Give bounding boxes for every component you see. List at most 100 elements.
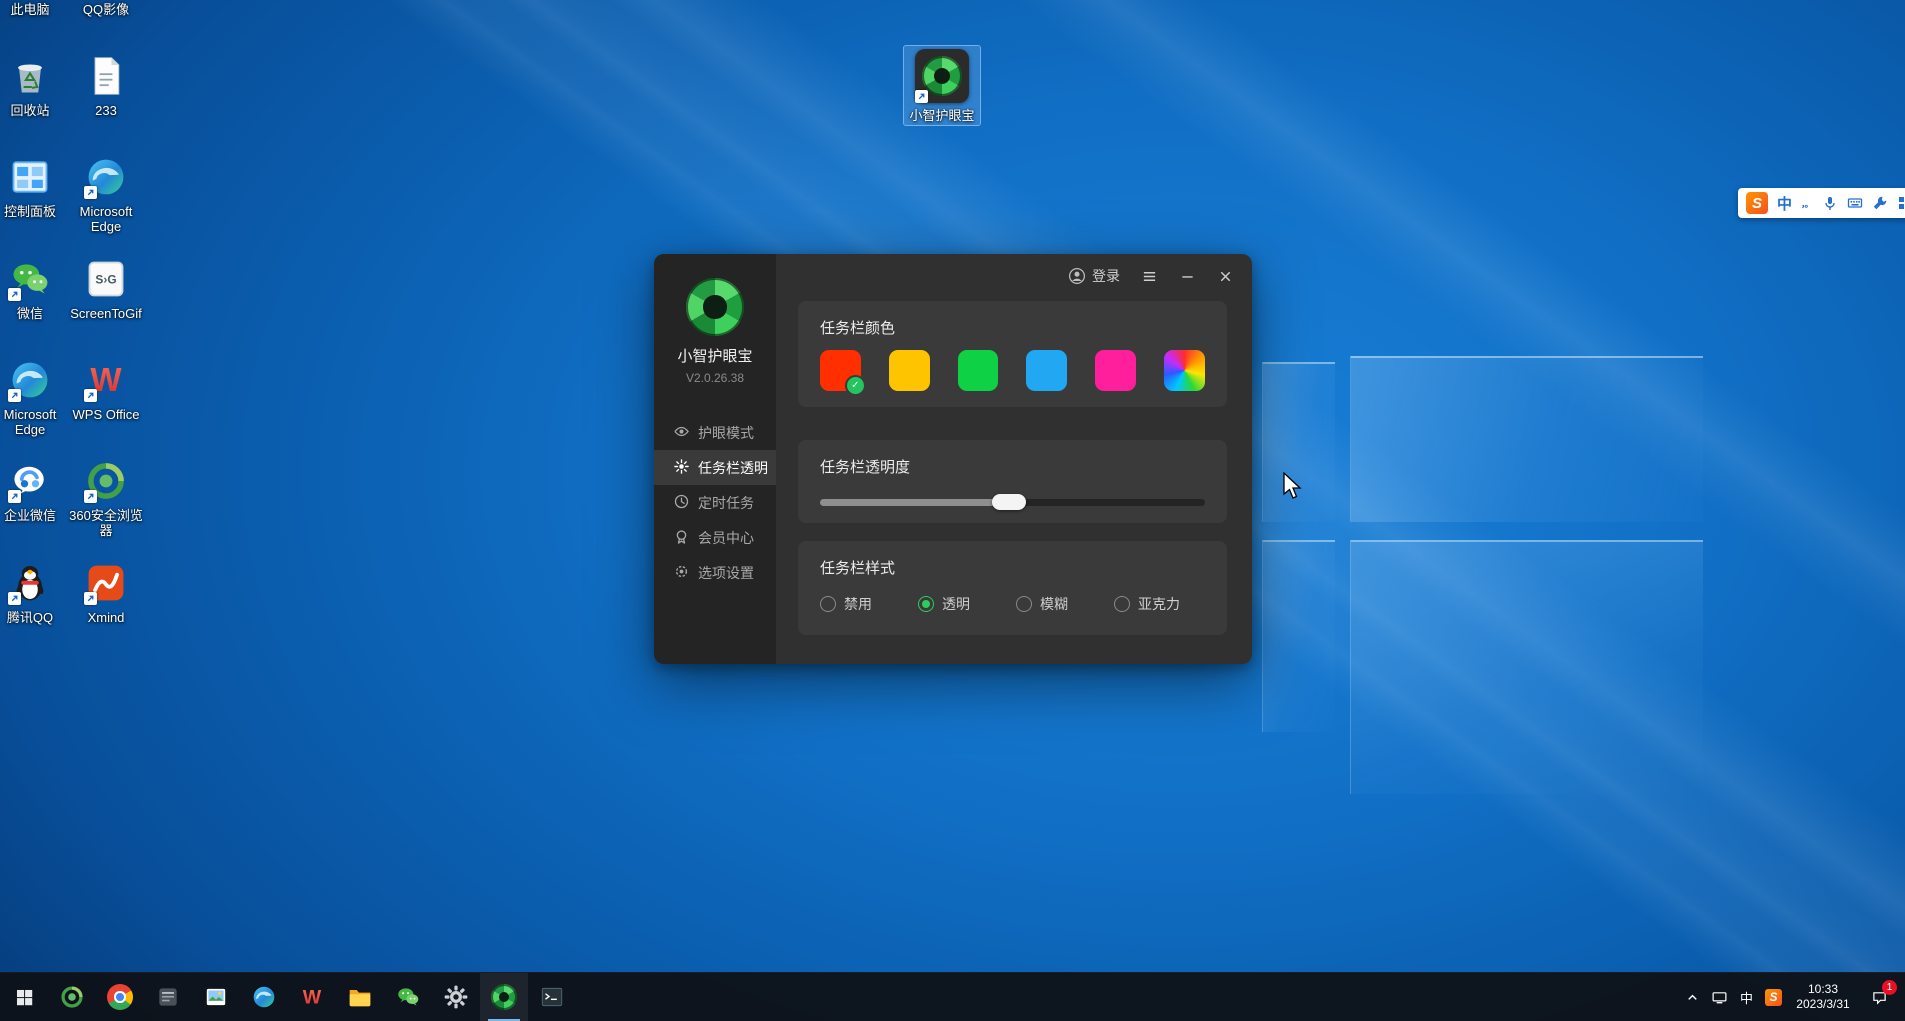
- nav-item-scheduled-tasks[interactable]: 定时任务: [654, 485, 776, 520]
- taskbar-style-section: 任务栏样式 禁用 透明 模糊 亚克力: [798, 541, 1227, 635]
- tray-sogou-icon[interactable]: S: [1760, 973, 1787, 1021]
- desktop-icon-screentogif[interactable]: S›G ScreenToGif: [68, 254, 144, 323]
- taskbar-opacity-title: 任务栏透明度: [820, 440, 1205, 477]
- desktop-icon-doc-233[interactable]: 233: [68, 51, 144, 120]
- style-option-acrylic[interactable]: 亚克力: [1114, 594, 1180, 614]
- nav-item-member-center[interactable]: 会员中心: [654, 520, 776, 555]
- nav-item-option-settings[interactable]: 选项设置: [654, 555, 776, 590]
- style-option-label: 透明: [942, 594, 970, 614]
- opacity-slider-thumb[interactable]: [992, 494, 1026, 510]
- desktop-icon-360-browser[interactable]: 360安全浏览器: [68, 456, 144, 540]
- opacity-slider-fill: [820, 499, 1009, 506]
- taskbar-app-settings[interactable]: [432, 973, 480, 1021]
- desktop-icon-recycle-bin[interactable]: 回收站: [0, 51, 68, 120]
- ime-punctuation-icon[interactable]: ，。: [1801, 197, 1813, 210]
- taskbar-app-wechat[interactable]: [384, 973, 432, 1021]
- desktop-icon-label: 控制面板: [4, 204, 56, 219]
- photo-icon: [203, 984, 229, 1010]
- app-icon: [7, 560, 53, 606]
- desktop: 此电脑 QQ影像 回收站 233 控制面板 Microsoft Edge 微信 …: [0, 0, 1905, 1021]
- sogou-logo-icon[interactable]: S: [1746, 192, 1768, 214]
- menu-button[interactable]: [1140, 267, 1158, 285]
- taskbar-app-wps[interactable]: W: [288, 973, 336, 1021]
- taskbar-app-edge[interactable]: [240, 973, 288, 1021]
- color-swatch-yellow[interactable]: [889, 350, 930, 391]
- desktop-icon-ms-edge-1[interactable]: Microsoft Edge: [68, 152, 144, 236]
- desktop-icon-label: 腾讯QQ: [7, 610, 53, 625]
- color-swatch-blue[interactable]: [1026, 350, 1067, 391]
- app-name: 小智护眼宝: [677, 345, 752, 366]
- desktop-icon-xmind[interactable]: Xmind: [68, 558, 144, 627]
- taskbar-app-dark-app[interactable]: [144, 973, 192, 1021]
- tray-display-icon[interactable]: [1706, 973, 1733, 1021]
- hamburger-icon: [1142, 269, 1157, 284]
- radio-icon: [918, 596, 934, 612]
- nav-label: 护眼模式: [698, 423, 754, 443]
- desktop-icon-wecom[interactable]: 企业微信: [0, 456, 68, 525]
- tray-chevron-up-icon[interactable]: [1679, 973, 1706, 1021]
- ime-lang-mode[interactable]: 中: [1777, 193, 1792, 214]
- style-option-blur[interactable]: 模糊: [1016, 594, 1068, 614]
- nav-label: 定时任务: [698, 493, 754, 513]
- wps-icon: W: [299, 984, 325, 1010]
- color-swatch-rainbow[interactable]: [1164, 350, 1205, 391]
- app-window-xiaozhi-eyecare: 小智护眼宝 V2.0.26.38 护眼模式 任务栏透明 定时任务 会员中心 选项…: [654, 254, 1252, 664]
- close-button[interactable]: [1216, 267, 1234, 285]
- taskbar-app-terminal[interactable]: [528, 973, 576, 1021]
- nav-item-taskbar-transparent[interactable]: 任务栏透明: [654, 450, 776, 485]
- app-icon: [7, 458, 53, 504]
- desktop-icon-wps-office[interactable]: W WPS Office: [68, 355, 144, 424]
- nav-label: 任务栏透明: [698, 458, 768, 478]
- app-icon: [83, 560, 129, 606]
- app-icon: [7, 53, 53, 99]
- taskbar-app-start[interactable]: [0, 973, 48, 1021]
- app-icon: [83, 154, 129, 200]
- sogou-ime-bar[interactable]: S 中 ，。: [1738, 188, 1905, 218]
- app-icon: [83, 53, 129, 99]
- color-swatch-green[interactable]: [958, 350, 999, 391]
- desktop-icon-wechat[interactable]: 微信: [0, 254, 68, 323]
- color-swatch-magenta[interactable]: [1095, 350, 1136, 391]
- taskbar-app-file-explorer[interactable]: [336, 973, 384, 1021]
- desktop-icon-eyecare[interactable]: 小智护眼宝: [904, 46, 980, 125]
- ime-toolbox-icon[interactable]: [1872, 195, 1888, 211]
- nav-member-icon: [674, 529, 689, 547]
- winlogo-icon: [11, 984, 37, 1010]
- style-option-transparent[interactable]: 透明: [918, 594, 970, 614]
- app-version: V2.0.26.38: [686, 371, 744, 385]
- desktop-icon-ms-edge-2[interactable]: Microsoft Edge: [0, 355, 68, 439]
- login-button[interactable]: 登录: [1068, 266, 1120, 286]
- desktop-icon-qq-image[interactable]: QQ影像: [68, 0, 144, 19]
- aperture-icon: [491, 984, 517, 1010]
- desktop-icon-control-panel[interactable]: 控制面板: [0, 152, 68, 221]
- minimize-button[interactable]: [1178, 267, 1196, 285]
- ime-keyboard-icon[interactable]: [1847, 195, 1863, 211]
- opacity-slider[interactable]: [820, 494, 1205, 510]
- taskbar-style-options: 禁用 透明 模糊 亚克力: [820, 594, 1205, 614]
- desktop-icon-label: 360安全浏览器: [68, 508, 144, 538]
- ime-grid-icon[interactable]: [1897, 195, 1905, 211]
- desktop-icon-label: 企业微信: [4, 508, 56, 523]
- tray-clock[interactable]: 10:33 2023/3/31: [1787, 982, 1859, 1012]
- style-option-disabled[interactable]: 禁用: [820, 594, 872, 614]
- desktop-icon-tencent-qq[interactable]: 腾讯QQ: [0, 558, 68, 627]
- desktop-icon-label: ScreenToGif: [70, 306, 142, 321]
- desktop-icon-label: QQ影像: [83, 2, 129, 17]
- desktop-icon-this-pc[interactable]: 此电脑: [0, 0, 68, 19]
- tray-ime-lang[interactable]: 中: [1733, 973, 1760, 1021]
- taskbar-app-photos[interactable]: [192, 973, 240, 1021]
- nav-label: 会员中心: [698, 528, 754, 548]
- nav-item-eye-mode[interactable]: 护眼模式: [654, 415, 776, 450]
- ime-mic-icon[interactable]: [1822, 195, 1838, 211]
- close-icon: [1218, 269, 1233, 284]
- action-center-icon[interactable]: 1: [1859, 973, 1899, 1021]
- app-titlebar: 登录: [776, 254, 1252, 298]
- app-icon: [7, 154, 53, 200]
- taskbar-app-eyecare[interactable]: [480, 973, 528, 1021]
- shortcut-arrow-icon: [84, 389, 97, 402]
- color-swatch-red[interactable]: ✓: [820, 350, 861, 391]
- taskbar-app-browser-colorful[interactable]: [96, 973, 144, 1021]
- user-icon: [1068, 267, 1086, 285]
- taskbar-app-360-safe[interactable]: [48, 973, 96, 1021]
- app-sidebar: 小智护眼宝 V2.0.26.38 护眼模式 任务栏透明 定时任务 会员中心 选项…: [654, 254, 776, 664]
